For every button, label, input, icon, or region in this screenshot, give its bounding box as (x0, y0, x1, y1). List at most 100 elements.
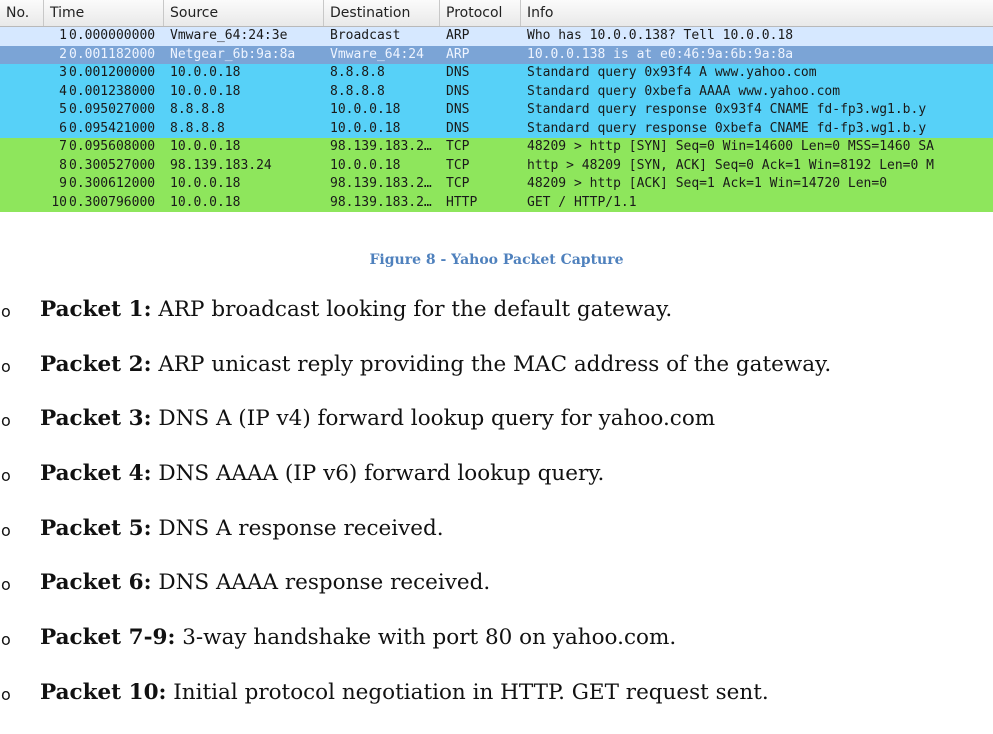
note-label: Packet 7-9: (40, 625, 176, 651)
packet-cell-time: 0.300796000 (69, 194, 156, 210)
packet-cell-info: 48209 > http [ACK] Seq=1 Ack=1 Win=14720… (527, 176, 888, 191)
note-text: Packet 6: DNS AAAA response received. (40, 569, 490, 597)
packet-cell-protocol: DNS (446, 65, 470, 80)
packet-cell-time: 0.001200000 (69, 65, 156, 80)
packet-cell-info: http > 48209 [SYN, ACK] Seq=0 Ack=1 Win=… (527, 157, 934, 173)
packet-row[interactable]: 5 0.095027000 8.8.8.8 10.0.0.18 DNS Standard … (0, 101, 993, 120)
packet-cell-info: Standard query response 0x93f4 CNAME fd-… (527, 102, 927, 117)
note-text: Packet 2: ARP unicast reply providing th… (40, 351, 831, 379)
note-text: Packet 1: ARP broadcast looking for the … (40, 296, 672, 324)
packet-row[interactable]: 10 0.300796000 10.0.0.18 98.139.183.2… HTTP G… (0, 193, 993, 212)
packet-cell-info: Standard query response 0xbefa CNAME fd-… (527, 120, 927, 136)
packet-row[interactable]: 4 0.001238000 10.0.0.18 8.8.8.8 DNS Standard … (0, 82, 993, 101)
packet-cell-time: 0.095421000 (69, 120, 156, 136)
packet-note: o Packet 5: DNS A response received. (0, 515, 993, 570)
packet-cell-no: 8 (59, 157, 67, 173)
packet-row[interactable]: 7 0.095608000 10.0.0.18 98.139.183.2… TCP 482… (0, 138, 993, 157)
note-body: Initial protocol negotiation in HTTP. GE… (166, 679, 769, 705)
note-text: Packet 3: DNS A (IP v4) forward lookup q… (40, 405, 715, 433)
note-label: Packet 5: (40, 515, 152, 541)
packet-cell-time: 0.300527000 (69, 157, 156, 173)
packet-list: No. Time Source Destination Protocol Inf… (0, 0, 993, 212)
bullet-marker: o (1, 466, 11, 486)
note-label: Packet 10: (40, 679, 167, 705)
packet-row[interactable]: 3 0.001200000 10.0.0.18 8.8.8.8 DNS Standard … (0, 64, 993, 83)
packet-notes-list: o Packet 1: ARP broadcast looking for the… (0, 296, 993, 734)
packet-cell-no: 6 (59, 120, 67, 136)
bullet-marker: o (1, 684, 11, 704)
packet-cell-time: 0.001238000 (69, 83, 156, 99)
note-text: Packet 4: DNS AAAA (IP v6) forward looku… (40, 460, 604, 488)
note-label: Packet 4: (40, 461, 152, 487)
packet-cell-protocol: HTTP (446, 194, 478, 210)
packet-list-rows: 1 0.000000000 Vmware_64:24:3e Broadcast ARP W… (0, 27, 993, 212)
packet-row[interactable]: 1 0.000000000 Vmware_64:24:3e Broadcast ARP W… (0, 27, 993, 46)
note-text: Packet 10: Initial protocol negotiation … (40, 679, 769, 707)
packet-cell-destination: Broadcast (330, 28, 401, 43)
packet-note: o Packet 10: Initial protocol negotiation… (0, 679, 993, 734)
packet-cell-protocol: TCP (446, 139, 470, 154)
packet-cell-protocol: TCP (446, 176, 470, 191)
packet-cell-source: 10.0.0.18 (170, 139, 241, 154)
packet-note: o Packet 1: ARP broadcast looking for the… (0, 296, 993, 351)
packet-row[interactable]: 9 0.300612000 10.0.0.18 98.139.183.2… TCP 482… (0, 175, 993, 194)
figure-caption: Figure 8 - Yahoo Packet Capture (369, 252, 624, 268)
packet-cell-info: Standard query 0x93f4 A www.yahoo.com (527, 65, 817, 80)
column-header-destination[interactable]: Destination (324, 0, 440, 26)
column-header-protocol[interactable]: Protocol (440, 0, 521, 26)
note-body: 3-way handshake with port 80 on yahoo.co… (175, 625, 677, 651)
bullet-marker: o (1, 630, 11, 650)
bullet-marker: o (1, 411, 11, 431)
packet-cell-destination: Vmware_64:24 (330, 46, 424, 62)
note-body: ARP broadcast looking for the default ga… (151, 297, 673, 322)
packet-cell-destination: 98.139.183.2… (330, 139, 432, 154)
packet-note: o Packet 2: ARP unicast reply providing t… (0, 351, 993, 406)
packet-cell-destination: 8.8.8.8 (330, 83, 385, 99)
packet-cell-destination: 98.139.183.2… (330, 194, 432, 210)
packet-cell-time: 0.095027000 (69, 102, 156, 117)
note-label: Packet 2: (40, 351, 152, 377)
bullet-marker: o (1, 575, 11, 595)
packet-cell-no: 4 (59, 83, 67, 99)
note-text: Packet 7-9: 3-way handshake with port 80… (40, 624, 676, 652)
packet-cell-info: Who has 10.0.0.138? Tell 10.0.0.18 (527, 28, 794, 43)
column-header-time[interactable]: Time (44, 0, 164, 26)
column-header-no[interactable]: No. (0, 0, 44, 26)
packet-cell-info: GET / HTTP/1.1 (527, 194, 637, 210)
note-label: Packet 6: (40, 570, 152, 596)
packet-cell-no: 3 (59, 65, 67, 80)
packet-note: o Packet 6: DNS AAAA response received. (0, 569, 993, 624)
packet-row-selected[interactable]: 2 0.001182000 Netgear_6b:9a:8a Vmware_64:24… (0, 45, 993, 64)
packet-cell-info: 48209 > http [SYN] Seq=0 Win=14600 Len=0… (527, 139, 934, 154)
packet-cell-destination: 10.0.0.18 (330, 120, 401, 136)
packet-cell-no: 1 (59, 28, 67, 43)
packet-cell-source: 10.0.0.18 (170, 65, 241, 80)
bullet-marker: o (1, 356, 11, 376)
packet-cell-destination: 98.139.183.2… (330, 176, 432, 191)
packet-cell-protocol: ARP (446, 46, 470, 62)
packet-cell-destination: 10.0.0.18 (330, 102, 401, 117)
bullet-marker: o (1, 520, 11, 540)
packet-cell-destination: 8.8.8.8 (330, 65, 385, 80)
packet-cell-no: 5 (59, 102, 67, 117)
packet-cell-protocol: DNS (446, 83, 470, 99)
note-text: Packet 5: DNS A response received. (40, 515, 444, 543)
note-body: DNS AAAA response received. (151, 570, 491, 596)
packet-cell-source: 10.0.0.18 (170, 83, 241, 99)
bullet-marker: o (1, 302, 11, 321)
packet-cell-source: Netgear_6b:9a:8a (170, 46, 296, 62)
packet-cell-protocol: TCP (446, 157, 470, 173)
packet-cell-source: 10.0.0.18 (170, 194, 241, 210)
packet-cell-protocol: DNS (446, 102, 470, 117)
column-header-info[interactable]: Info (521, 0, 993, 26)
packet-cell-no: 9 (59, 176, 67, 191)
note-body: DNS AAAA (IP v6) forward lookup query. (151, 461, 605, 487)
packet-cell-time: 0.001182000 (69, 46, 156, 62)
packet-note: o Packet 4: DNS AAAA (IP v6) forward look… (0, 460, 993, 515)
packet-cell-time: 0.300612000 (69, 176, 156, 191)
column-header-source[interactable]: Source (164, 0, 324, 26)
packet-row[interactable]: 6 0.095421000 8.8.8.8 10.0.0.18 DNS Standard … (0, 119, 993, 138)
note-body: DNS A response received. (151, 515, 444, 541)
packet-cell-protocol: ARP (446, 28, 470, 43)
packet-row[interactable]: 8 0.300527000 98.139.183.24 10.0.0.18 TCP htt… (0, 156, 993, 175)
